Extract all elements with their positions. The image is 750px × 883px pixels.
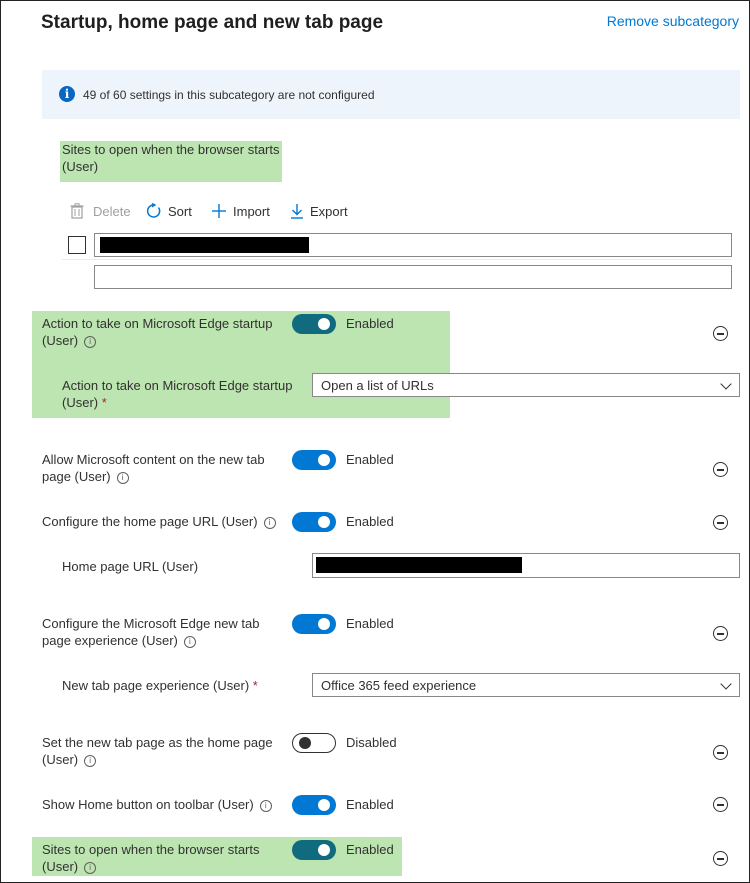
sites-on-start-toggle[interactable] [292, 840, 336, 860]
minus-circle-icon[interactable] [713, 515, 728, 530]
row-checkbox[interactable] [68, 236, 86, 254]
required-marker: * [101, 395, 107, 410]
startup-action-dropdown[interactable]: Open a list of URLs [312, 373, 740, 397]
sort-button[interactable]: Sort [146, 203, 192, 219]
toggle-knob [318, 799, 330, 811]
info-text: 49 of 60 settings in this subcategory ar… [83, 88, 375, 102]
new-tab-exp-label-line1: Configure the Microsoft Edge new tab [42, 616, 260, 631]
info-circle-icon[interactable]: i [84, 861, 97, 874]
startup-action-state: Enabled [346, 316, 394, 331]
settings-panel: Startup, home page and new tab page Remo… [0, 0, 750, 883]
startup-action-sub-label: Action to take on Microsoft Edge startup… [62, 377, 293, 411]
delete-label: Delete [93, 203, 131, 219]
new-tab-exp-sub-label-text: New tab page experience (User) [62, 678, 250, 693]
toggle-knob [318, 618, 330, 630]
sites-on-start-state: Enabled [346, 842, 394, 857]
home-button-state: Enabled [346, 797, 394, 812]
sites-list-label-line1: Sites to open when the browser starts [62, 142, 280, 157]
new-tab-exp-state: Enabled [346, 616, 394, 631]
new-tab-exp-toggle[interactable] [292, 614, 336, 634]
trash-icon [70, 203, 84, 219]
new-tab-exp-sub-label: New tab page experience (User) * [62, 677, 258, 694]
toggle-knob [318, 844, 330, 856]
home-url-input[interactable] [312, 553, 740, 578]
required-marker: * [252, 678, 258, 693]
home-button-toggle[interactable] [292, 795, 336, 815]
startup-action-dropdown-value: Open a list of URLs [321, 377, 434, 393]
new-tab-exp-dropdown[interactable]: Office 365 feed experience [312, 673, 740, 697]
sites-on-start-label-line1: Sites to open when the browser starts [42, 842, 260, 857]
minus-circle-icon[interactable] [713, 851, 728, 866]
ms-content-state: Enabled [346, 452, 394, 467]
site-url-input-2[interactable] [94, 265, 732, 289]
export-label: Export [310, 203, 348, 219]
minus-circle-icon[interactable] [713, 326, 728, 341]
delete-button[interactable]: Delete [70, 203, 131, 219]
startup-action-sub-label-line1: Action to take on Microsoft Edge startup [62, 378, 293, 393]
startup-action-label-line2: (User) [42, 333, 79, 348]
download-icon [291, 204, 303, 219]
minus-circle-icon[interactable] [713, 745, 728, 760]
startup-action-sub-label-line2: (User) [62, 395, 99, 410]
minus-circle-icon[interactable] [713, 462, 728, 477]
new-tab-exp-dropdown-value: Office 365 feed experience [321, 677, 477, 693]
toggle-knob [318, 516, 330, 528]
sort-icon [146, 203, 161, 218]
toggle-knob [299, 737, 311, 749]
sites-on-start-label: Sites to open when the browser starts (U… [42, 841, 260, 875]
home-url-label-text: Configure the home page URL (User) [42, 514, 258, 529]
new-tab-exp-label-line2: page experience (User) [42, 633, 178, 648]
info-circle-icon[interactable]: i [84, 335, 97, 348]
new-tab-home-label-line1: Set the new tab page as the home page [42, 735, 273, 750]
import-button[interactable]: Import [211, 203, 270, 219]
ms-content-label-line2: page (User) [42, 469, 111, 484]
info-circle-icon[interactable]: i [263, 516, 276, 529]
sites-list-label-line2: (User) [62, 159, 99, 174]
home-button-label: Show Home button on toolbar (User) i [42, 796, 272, 813]
info-circle-icon[interactable]: i [259, 799, 272, 812]
ms-content-toggle[interactable] [292, 450, 336, 470]
ms-content-label: Allow Microsoft content on the new tab p… [42, 451, 265, 485]
new-tab-home-toggle[interactable] [292, 733, 336, 753]
plus-icon [212, 204, 226, 218]
home-url-sub-label: Home page URL (User) [62, 559, 199, 574]
import-label: Import [233, 203, 270, 219]
info-bar: i 49 of 60 settings in this subcategory … [42, 70, 740, 119]
home-url-label: Configure the home page URL (User) i [42, 513, 276, 530]
startup-action-label: Action to take on Microsoft Edge startup… [42, 315, 273, 349]
home-url-state: Enabled [346, 514, 394, 529]
sites-on-start-label-line2: (User) [42, 859, 79, 874]
new-tab-home-label: Set the new tab page as the home page (U… [42, 734, 273, 768]
info-circle-icon[interactable]: i [84, 754, 97, 767]
page-title: Startup, home page and new tab page [41, 12, 384, 33]
sort-label: Sort [168, 203, 192, 219]
info-icon: i [59, 86, 75, 102]
chevron-down-icon [720, 378, 732, 390]
ms-content-label-line1: Allow Microsoft content on the new tab [42, 452, 265, 467]
startup-action-label-line1: Action to take on Microsoft Edge startup [42, 316, 273, 331]
chevron-down-icon [720, 678, 732, 690]
redacted-value [100, 237, 309, 253]
site-url-input-1[interactable] [94, 233, 732, 257]
info-circle-icon[interactable]: i [116, 471, 129, 484]
info-circle-icon[interactable]: i [183, 635, 196, 648]
export-button[interactable]: Export [290, 203, 348, 219]
remove-subcategory-link[interactable]: Remove subcategory [607, 13, 739, 29]
sites-list-label: Sites to open when the browser starts (U… [62, 141, 280, 175]
startup-action-toggle[interactable] [292, 314, 336, 334]
toggle-knob [318, 318, 330, 330]
new-tab-home-state: Disabled [346, 735, 397, 750]
home-url-toggle[interactable] [292, 512, 336, 532]
toggle-knob [318, 454, 330, 466]
minus-circle-icon[interactable] [713, 626, 728, 641]
home-button-label-text: Show Home button on toolbar (User) [42, 797, 254, 812]
new-tab-exp-label: Configure the Microsoft Edge new tab pag… [42, 615, 260, 649]
new-tab-home-label-line2: (User) [42, 752, 79, 767]
redacted-value [316, 557, 522, 573]
minus-circle-icon[interactable] [713, 797, 728, 812]
row-divider [62, 259, 731, 260]
